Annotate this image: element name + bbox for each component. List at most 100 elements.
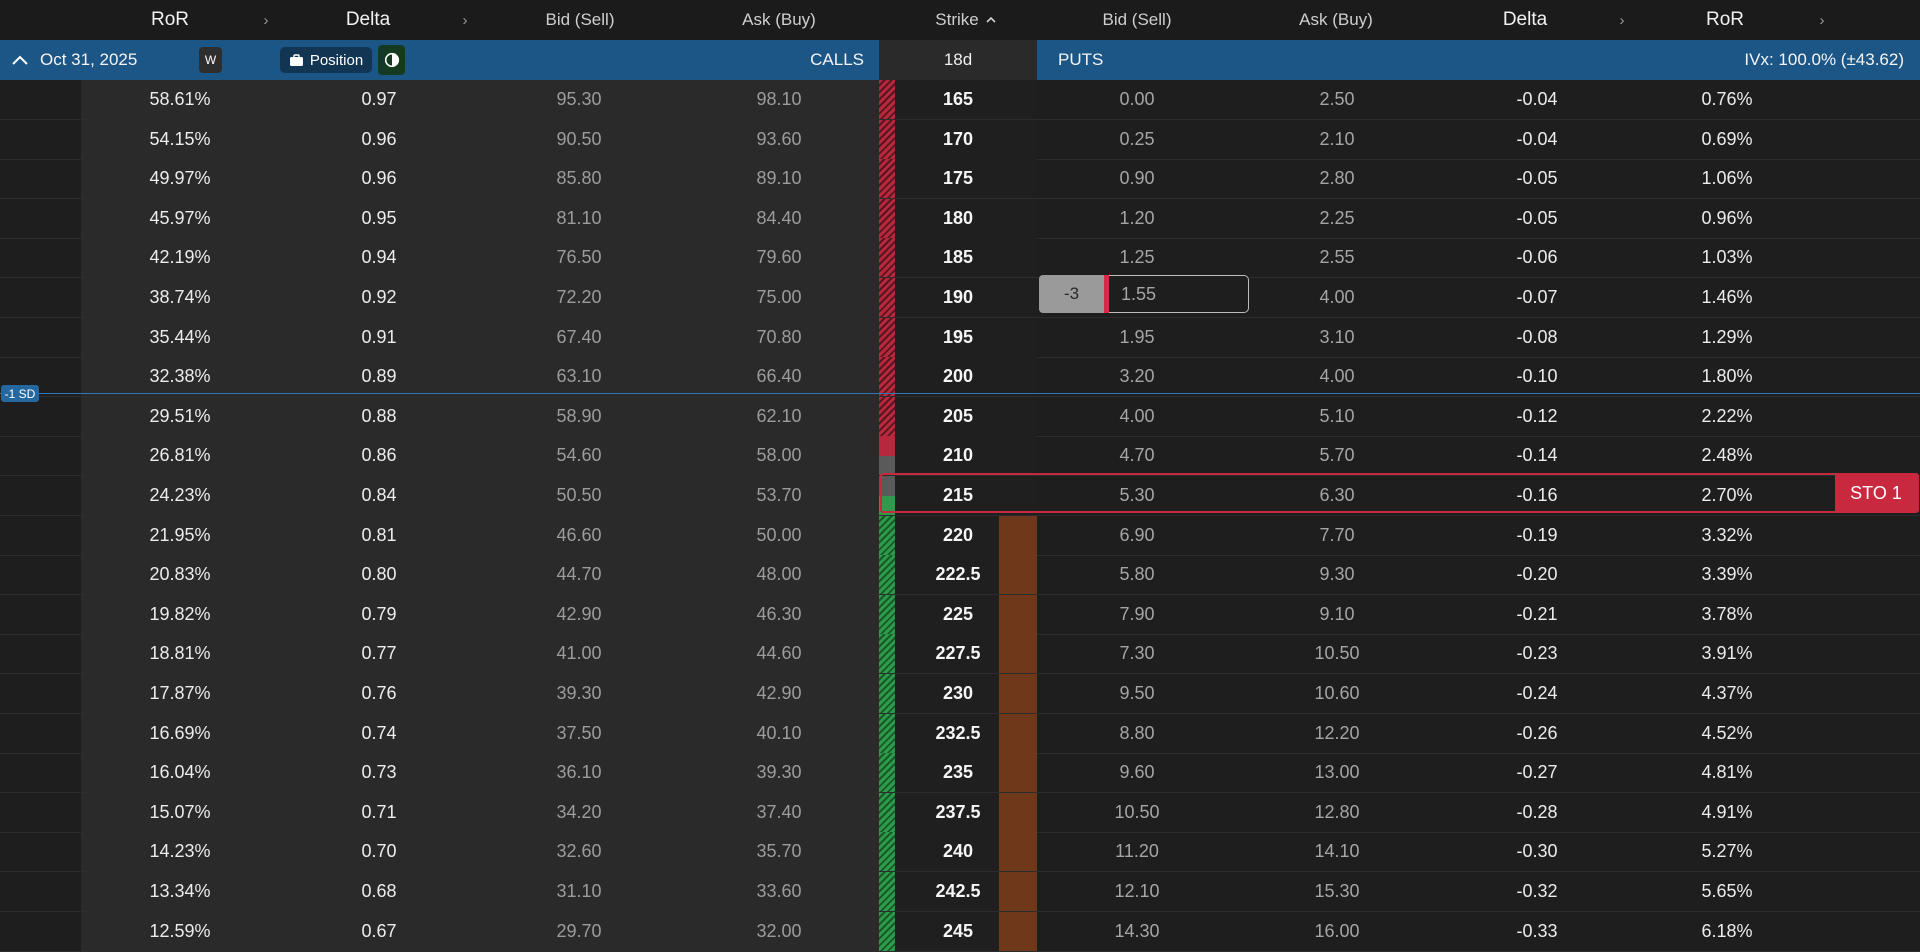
call-ask-cell[interactable]: 35.70: [679, 832, 879, 871]
table-row[interactable]: 13.34% 0.68 31.10 33.60 242.5 12.10 15.30 -0.32…: [0, 872, 1920, 912]
call-ask-cell[interactable]: 42.90: [679, 674, 879, 713]
header-delta-calls[interactable]: Delta: [318, 0, 418, 40]
call-bid-cell[interactable]: 90.50: [479, 120, 679, 159]
call-ask-cell[interactable]: 37.40: [679, 793, 879, 832]
table-row[interactable]: 19.82% 0.79 42.90 46.30 225 7.90 9.10 -0.21 3.78…: [0, 594, 1920, 635]
call-bid-cell[interactable]: 37.50: [479, 714, 679, 753]
put-ask-cell[interactable]: 3.10: [1237, 318, 1437, 357]
call-bid-cell[interactable]: 42.90: [479, 595, 679, 634]
call-ask-cell[interactable]: 53.70: [679, 476, 879, 515]
table-row[interactable]: 45.97% 0.95 81.10 84.40 180 1.20 2.25 -0.05 0.96…: [0, 198, 1920, 239]
put-ask-cell[interactable]: 2.10: [1237, 120, 1437, 159]
put-ask-cell[interactable]: 7.70: [1237, 516, 1437, 555]
call-ask-cell[interactable]: 93.60: [679, 120, 879, 159]
header-bid-calls[interactable]: Bid (Sell): [510, 0, 650, 40]
header-ror-puts-chevron-icon[interactable]: ›: [1814, 0, 1830, 40]
call-ask-cell[interactable]: 84.40: [679, 199, 879, 238]
call-ask-cell[interactable]: 33.60: [679, 872, 879, 911]
contrast-toggle[interactable]: [378, 45, 405, 75]
put-bid-cell[interactable]: 0.90: [1037, 159, 1237, 198]
put-bid-cell[interactable]: 9.60: [1037, 753, 1237, 792]
put-ask-cell[interactable]: 12.20: [1237, 714, 1437, 753]
put-ask-cell[interactable]: 4.00: [1237, 278, 1437, 317]
put-bid-cell[interactable]: 5.30: [1037, 476, 1237, 515]
call-bid-cell[interactable]: 50.50: [479, 476, 679, 515]
call-bid-cell[interactable]: 95.30: [479, 80, 679, 119]
put-ask-cell[interactable]: 16.00: [1237, 912, 1437, 951]
put-bid-cell[interactable]: 10.50: [1037, 793, 1237, 832]
order-quantity[interactable]: -3: [1039, 275, 1104, 313]
call-ask-cell[interactable]: 70.80: [679, 318, 879, 357]
call-ask-cell[interactable]: 58.00: [679, 436, 879, 475]
put-bid-cell[interactable]: 5.80: [1037, 555, 1237, 594]
call-bid-cell[interactable]: 72.20: [479, 278, 679, 317]
call-bid-cell[interactable]: 31.10: [479, 872, 679, 911]
call-bid-cell[interactable]: 41.00: [479, 634, 679, 673]
table-row[interactable]: 42.19% 0.94 76.50 79.60 185 1.25 2.55 -0.06 1.03…: [0, 238, 1920, 279]
call-bid-cell[interactable]: 34.20: [479, 793, 679, 832]
table-row[interactable]: 54.15% 0.96 90.50 93.60 170 0.25 2.10 -0.04 0.69…: [0, 119, 1920, 160]
call-bid-cell[interactable]: 76.50: [479, 238, 679, 277]
put-ask-cell[interactable]: 15.30: [1237, 872, 1437, 911]
call-bid-cell[interactable]: 46.60: [479, 516, 679, 555]
call-bid-cell[interactable]: 67.40: [479, 318, 679, 357]
header-delta-puts[interactable]: Delta: [1475, 0, 1575, 40]
table-row[interactable]: 24.23% 0.84 50.50 53.70 215 5.30 6.30 -0.16 2.70…: [0, 476, 1920, 516]
order-price-input[interactable]: 1.55: [1109, 275, 1249, 313]
table-row[interactable]: 29.51% 0.88 58.90 62.10 205 4.00 5.10 -0.12 2.22…: [0, 396, 1920, 437]
call-ask-cell[interactable]: 48.00: [679, 555, 879, 594]
call-ask-cell[interactable]: 62.10: [679, 397, 879, 436]
call-bid-cell[interactable]: 36.10: [479, 753, 679, 792]
call-ask-cell[interactable]: 75.00: [679, 278, 879, 317]
table-row[interactable]: 26.81% 0.86 54.60 58.00 210 4.70 5.70 -0.14 2.48…: [0, 436, 1920, 477]
call-ask-cell[interactable]: 50.00: [679, 516, 879, 555]
put-ask-cell[interactable]: 14.10: [1237, 832, 1437, 871]
put-ask-cell[interactable]: 5.70: [1237, 436, 1437, 475]
put-ask-cell[interactable]: 10.50: [1237, 634, 1437, 673]
call-bid-cell[interactable]: 85.80: [479, 159, 679, 198]
call-ask-cell[interactable]: 46.30: [679, 595, 879, 634]
header-bid-puts[interactable]: Bid (Sell): [1067, 0, 1207, 40]
put-bid-cell[interactable]: 1.25: [1037, 238, 1237, 277]
table-row[interactable]: 49.97% 0.96 85.80 89.10 175 0.90 2.80 -0.05 1.06…: [0, 159, 1920, 200]
call-ask-cell[interactable]: 40.10: [679, 714, 879, 753]
call-bid-cell[interactable]: 63.10: [479, 357, 679, 396]
call-bid-cell[interactable]: 58.90: [479, 397, 679, 436]
table-row[interactable]: 38.74% 0.92 72.20 75.00 190 4.00 -0.07 1.46%: [0, 278, 1920, 318]
put-ask-cell[interactable]: 2.25: [1237, 199, 1437, 238]
put-ask-cell[interactable]: 13.00: [1237, 753, 1437, 792]
put-bid-cell[interactable]: 11.20: [1037, 832, 1237, 871]
call-ask-cell[interactable]: 98.10: [679, 80, 879, 119]
table-row[interactable]: 58.61% 0.97 95.30 98.10 165 0.00 2.50 -0.04 0.76…: [0, 80, 1920, 120]
put-bid-cell[interactable]: 1.20: [1037, 199, 1237, 238]
header-ask-puts[interactable]: Ask (Buy): [1266, 0, 1406, 40]
put-ask-cell[interactable]: 2.55: [1237, 238, 1437, 277]
call-ask-cell[interactable]: 32.00: [679, 912, 879, 951]
put-bid-cell[interactable]: 0.00: [1037, 80, 1237, 119]
put-ask-cell[interactable]: 6.30: [1237, 476, 1437, 515]
call-bid-cell[interactable]: 81.10: [479, 199, 679, 238]
put-bid-cell[interactable]: 1.95: [1037, 318, 1237, 357]
header-ror-calls-chevron-icon[interactable]: ›: [258, 0, 274, 40]
put-ask-cell[interactable]: 9.10: [1237, 595, 1437, 634]
table-row[interactable]: 17.87% 0.76 39.30 42.90 230 9.50 10.60 -0.24 4.3…: [0, 674, 1920, 714]
header-delta-calls-chevron-icon[interactable]: ›: [457, 0, 473, 40]
table-row[interactable]: 20.83% 0.80 44.70 48.00 222.5 5.80 9.30 -0.20 3.…: [0, 555, 1920, 596]
put-ask-cell[interactable]: 4.00: [1237, 357, 1437, 396]
put-ask-cell[interactable]: 2.50: [1237, 80, 1437, 119]
put-bid-cell[interactable]: 12.10: [1037, 872, 1237, 911]
put-bid-cell[interactable]: 4.00: [1037, 397, 1237, 436]
put-bid-cell[interactable]: 7.90: [1037, 595, 1237, 634]
table-row[interactable]: 16.04% 0.73 36.10 39.30 235 9.60 13.00 -0.27 4.8…: [0, 753, 1920, 794]
put-ask-cell[interactable]: 2.80: [1237, 159, 1437, 198]
header-strike[interactable]: Strike: [895, 0, 1037, 40]
call-bid-cell[interactable]: 32.60: [479, 832, 679, 871]
call-ask-cell[interactable]: 89.10: [679, 159, 879, 198]
put-bid-cell[interactable]: 9.50: [1037, 674, 1237, 713]
table-row[interactable]: 32.38% 0.89 63.10 66.40 200 3.20 4.00 -0.10 1.80…: [0, 357, 1920, 398]
call-bid-cell[interactable]: 54.60: [479, 436, 679, 475]
table-row[interactable]: 16.69% 0.74 37.50 40.10 232.5 8.80 12.20 -0.26 4…: [0, 713, 1920, 754]
put-ask-cell[interactable]: 10.60: [1237, 674, 1437, 713]
table-row[interactable]: 15.07% 0.71 34.20 37.40 237.5 10.50 12.80 -0.28…: [0, 792, 1920, 833]
put-ask-cell[interactable]: 12.80: [1237, 793, 1437, 832]
